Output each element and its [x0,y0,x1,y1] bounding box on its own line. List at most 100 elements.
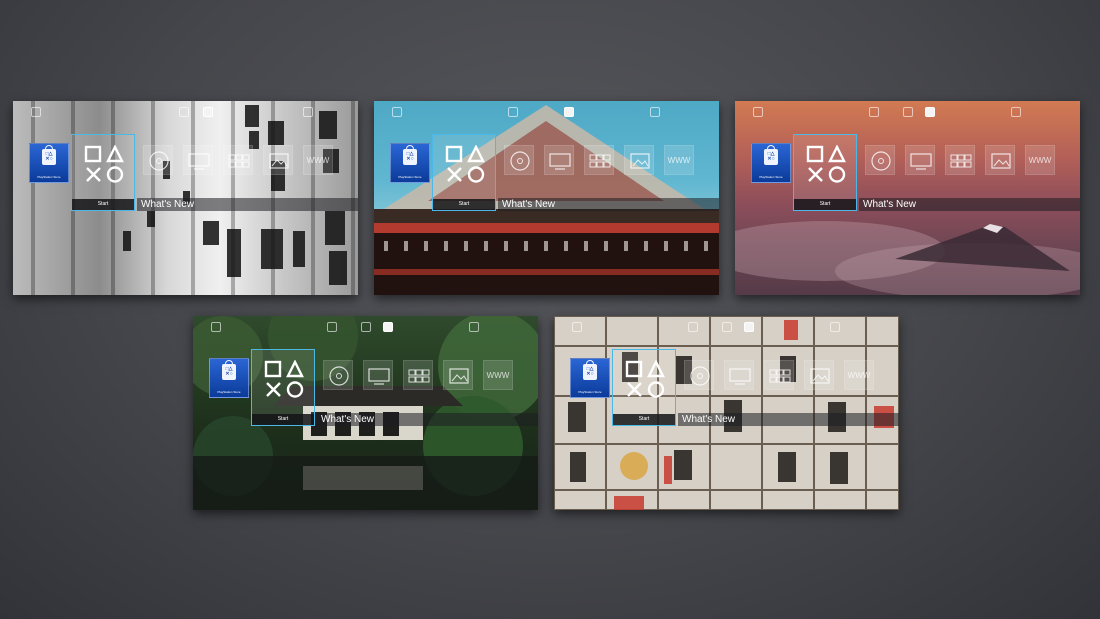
playstation-store-icon: □△ ✕○ [403,145,417,165]
profile-icon[interactable] [203,107,213,117]
ps-shapes-icon [806,145,846,183]
grid-tile[interactable] [764,360,794,390]
status-bar [193,322,538,334]
messages-icon[interactable] [722,322,732,332]
profile-icon[interactable] [744,322,754,332]
playstation-store-tile[interactable]: □△ ✕○ PlayStation Store [570,358,610,398]
ps-shapes-icon [84,145,124,183]
tv-icon [549,153,571,170]
notification-icon[interactable] [572,322,582,332]
grid-icon [769,369,791,383]
start-label: Start [433,199,495,210]
tv-icon [188,153,210,170]
whats-new-bar[interactable]: What's New [317,413,538,426]
friends-icon[interactable] [688,322,698,332]
grid-tile[interactable] [945,145,975,175]
playstation-store-tile[interactable]: □△ ✕○ PlayStation Store [29,143,69,183]
disc-tile[interactable] [143,145,173,175]
tv-icon [729,368,751,385]
playstation-store-tile[interactable]: □△ ✕○ PlayStation Store [390,143,430,183]
playstation-store-icon: □△ ✕○ [583,360,597,380]
whats-new-bar[interactable]: What's New [498,198,719,211]
grid-icon [408,369,430,383]
start-label: Start [613,414,675,425]
status-bar [13,107,358,119]
notification-icon[interactable] [31,107,41,117]
playstation-store-tile[interactable]: □△ ✕○ PlayStation Store [751,143,791,183]
theme-preview-sake-barrels: □△ ✕○ PlayStation Store Start WWW What's … [554,316,899,510]
www-tile[interactable]: WWW [303,145,333,175]
start-label: Start [794,199,856,210]
playstation-store-tile[interactable]: □△ ✕○ PlayStation Store [209,358,249,398]
store-label: PlayStation Store [759,175,783,179]
www-icon: WWW [847,371,871,380]
www-tile[interactable]: WWW [1025,145,1055,175]
grid-tile[interactable] [403,360,433,390]
grid-tile[interactable] [584,145,614,175]
power-icon[interactable] [303,107,313,117]
profile-icon[interactable] [925,107,935,117]
gallery-tile[interactable] [985,145,1015,175]
tv-tile[interactable] [905,145,935,175]
whats-new-label: What's New [141,199,195,210]
ps-shapes-icon [264,360,304,398]
store-label: PlayStation Store [217,390,241,394]
power-icon[interactable] [1011,107,1021,117]
friends-icon[interactable] [869,107,879,117]
friends-icon[interactable] [327,322,337,332]
messages-icon[interactable] [903,107,913,117]
disc-tile[interactable] [684,360,714,390]
gallery-icon [269,153,289,169]
profile-icon[interactable] [383,322,393,332]
store-label: PlayStation Store [398,175,422,179]
disc-icon [149,151,169,171]
tv-tile[interactable] [544,145,574,175]
status-bar [374,107,719,119]
gallery-tile[interactable] [443,360,473,390]
start-tile[interactable]: Start [432,134,496,211]
gallery-tile[interactable] [263,145,293,175]
friends-icon[interactable] [508,107,518,117]
power-icon[interactable] [830,322,840,332]
notification-icon[interactable] [392,107,402,117]
power-icon[interactable] [469,322,479,332]
whats-new-bar[interactable]: What's New [859,198,1080,211]
whats-new-bar[interactable]: What's New [137,198,358,211]
start-tile[interactable]: Start [612,349,676,426]
start-tile[interactable]: Start [71,134,135,211]
gallery-tile[interactable] [804,360,834,390]
messages-icon[interactable] [361,322,371,332]
disc-tile[interactable] [504,145,534,175]
www-icon: WWW [1028,156,1052,165]
www-icon: WWW [667,156,691,165]
www-tile[interactable]: WWW [844,360,874,390]
start-label: Start [72,199,134,210]
www-tile[interactable]: WWW [664,145,694,175]
disc-icon [329,366,349,386]
start-label: Start [252,414,314,425]
ps-shapes-icon [625,360,665,398]
tv-tile[interactable] [183,145,213,175]
status-bar [554,322,899,334]
profile-icon[interactable] [564,107,574,117]
tv-tile[interactable] [724,360,754,390]
whats-new-label: What's New [321,414,375,425]
www-tile[interactable]: WWW [483,360,513,390]
disc-tile[interactable] [323,360,353,390]
notification-icon[interactable] [753,107,763,117]
whats-new-label: What's New [502,199,556,210]
power-icon[interactable] [650,107,660,117]
gallery-tile[interactable] [624,145,654,175]
whats-new-bar[interactable]: What's New [678,413,899,426]
friends-icon[interactable] [179,107,189,117]
disc-tile[interactable] [865,145,895,175]
store-label: PlayStation Store [578,390,602,394]
tv-tile[interactable] [363,360,393,390]
gallery-icon [630,153,650,169]
grid-tile[interactable] [223,145,253,175]
start-tile[interactable]: Start [793,134,857,211]
gallery-icon [991,153,1011,169]
disc-icon [871,151,891,171]
start-tile[interactable]: Start [251,349,315,426]
notification-icon[interactable] [211,322,221,332]
